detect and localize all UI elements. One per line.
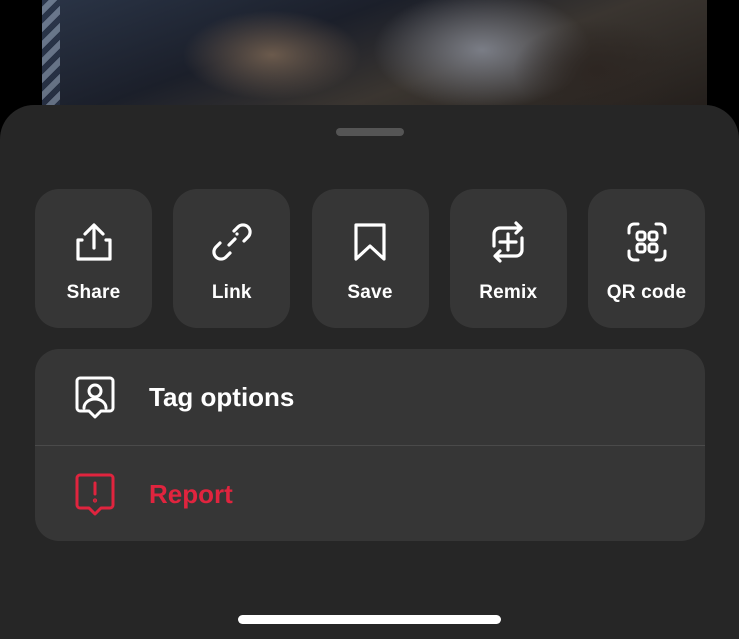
link-label: Link — [211, 282, 252, 303]
bookmark-icon — [354, 223, 386, 261]
remix-label: Remix — [479, 282, 538, 303]
link-button[interactable]: Link — [173, 189, 291, 328]
remix-icon — [492, 221, 524, 263]
qr-code-button[interactable]: QR code — [588, 189, 705, 328]
options-bottom-sheet: Share Link Save Remix QR code Tag option… — [0, 105, 739, 639]
post-media-preview — [42, 0, 707, 120]
link-icon — [212, 223, 252, 261]
save-label: Save — [347, 282, 393, 303]
share-icon — [75, 223, 112, 261]
report-icon — [75, 473, 115, 516]
screen: Share Link Save Remix QR code Tag option… — [0, 0, 739, 639]
tag-options-label: Tag options — [149, 382, 295, 412]
home-indicator — [238, 615, 501, 624]
qr-code-icon — [627, 222, 666, 262]
sheet-grabber-handle[interactable] — [336, 128, 404, 136]
remix-button[interactable]: Remix — [449, 189, 567, 328]
options-menu: Tag options Report — [35, 349, 705, 541]
share-label: Share — [66, 282, 121, 303]
tag-person-icon — [75, 376, 115, 419]
report-item[interactable]: Report — [35, 446, 705, 541]
qr-code-label: QR code — [606, 282, 687, 303]
quick-actions-row: Share Link Save Remix QR code — [35, 189, 705, 328]
share-button[interactable]: Share — [35, 189, 152, 328]
report-label: Report — [149, 479, 233, 509]
tag-options-item[interactable]: Tag options — [35, 349, 705, 445]
save-button[interactable]: Save — [311, 189, 429, 328]
